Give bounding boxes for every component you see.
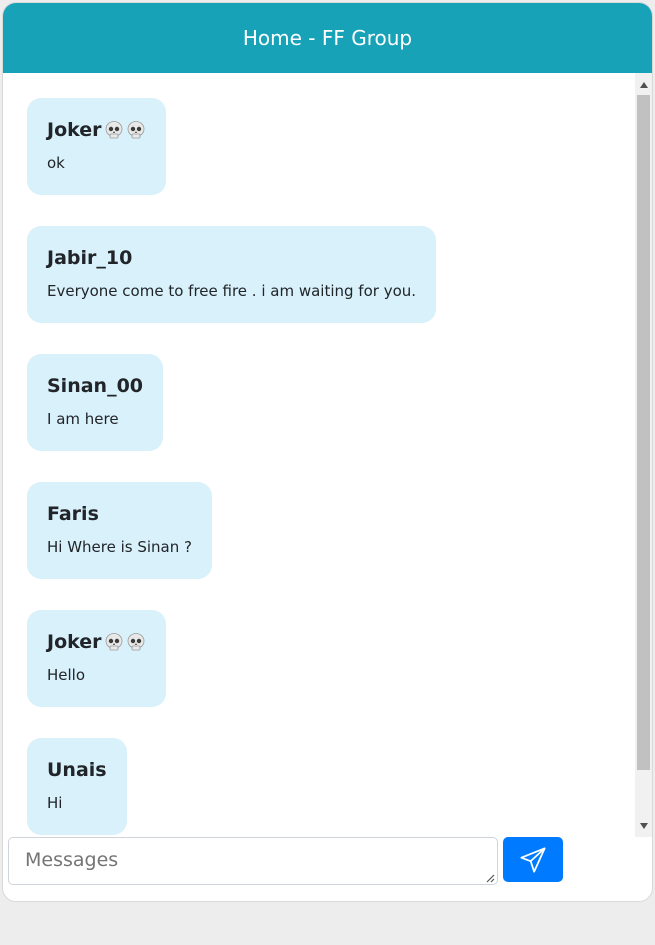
- sender-name: Faris: [47, 503, 99, 525]
- message-bubble: Faris Hi Where is Sinan ?: [27, 482, 212, 579]
- message-sender: Unais: [47, 756, 107, 784]
- message-text: ok: [47, 154, 65, 172]
- message-sender: Joker: [47, 628, 146, 656]
- send-button[interactable]: [503, 837, 563, 882]
- sender-name: Unais: [47, 759, 107, 781]
- sender-name: Sinan_00: [47, 375, 144, 397]
- sender-name: Joker: [47, 631, 102, 653]
- message-sender: Joker: [47, 116, 146, 144]
- message-sender: Jabir_10: [47, 244, 416, 272]
- message-text: Hello: [47, 666, 86, 684]
- message-list-scrollbar[interactable]: [635, 73, 652, 837]
- send-paper-plane-icon: [520, 846, 546, 873]
- skull-emoji-icon: [127, 121, 144, 139]
- sender-name: Jabir_10: [47, 247, 133, 269]
- message-composer: [3, 837, 652, 901]
- message-bubble: Unais Hi: [27, 738, 127, 835]
- skull-emoji-icon: [105, 633, 122, 651]
- sender-name: Joker: [47, 119, 102, 141]
- skull-emoji-icon: [127, 633, 144, 651]
- message-bubble: Joker Hello: [27, 610, 166, 707]
- scrollbar-thumb[interactable]: [637, 95, 650, 770]
- message-text: Everyone come to free fire . i am waitin…: [47, 282, 417, 300]
- message-bubble: Sinan_00 I am here: [27, 354, 164, 451]
- chat-header: Home - FF Group: [3, 3, 652, 73]
- chat-window: Home - FF Group Joker ok Jabir_10 Everyo…: [2, 2, 653, 902]
- skull-emoji-icon: [105, 121, 122, 139]
- message-text: Hi: [47, 794, 63, 812]
- chat-title: Home - FF Group: [242, 26, 413, 50]
- message-text: I am here: [47, 410, 119, 428]
- message-list[interactable]: Joker ok Jabir_10 Everyone come to free …: [3, 73, 637, 837]
- message-sender: Sinan_00: [47, 372, 143, 400]
- resize-grip-icon[interactable]: [485, 873, 495, 883]
- message-text: Hi Where is Sinan ?: [47, 538, 192, 556]
- scroll-down-arrow-icon[interactable]: [635, 817, 652, 834]
- message-sender: Faris: [47, 500, 192, 528]
- message-bubble: Jabir_10 Everyone come to free fire . i …: [27, 226, 437, 323]
- scroll-up-arrow-icon[interactable]: [635, 76, 652, 93]
- message-bubble: Joker ok: [27, 98, 166, 195]
- message-input[interactable]: [8, 837, 498, 885]
